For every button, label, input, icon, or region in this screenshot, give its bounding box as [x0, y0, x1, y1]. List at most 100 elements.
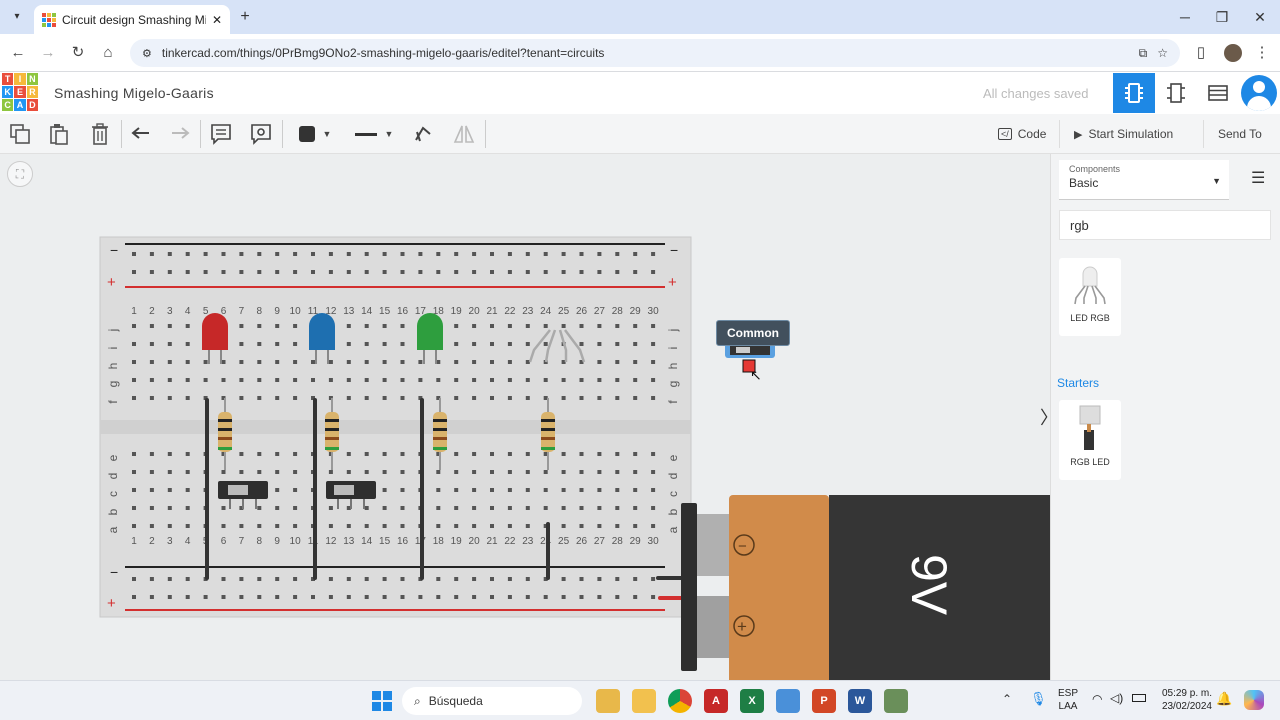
clock[interactable]: 05:29 p. m. 23/02/2024	[1152, 687, 1212, 713]
circuit-view-button[interactable]	[1113, 73, 1155, 113]
taskbar-search[interactable]: ⌕ Búsqueda	[402, 687, 582, 715]
breadboard-hole	[346, 342, 351, 346]
breadboard-hole	[490, 577, 494, 581]
new-tab-button[interactable]: +	[236, 8, 254, 26]
site-info-icon[interactable]: ⚙	[142, 47, 152, 60]
copy-button[interactable]	[6, 120, 34, 148]
side-panel-icon[interactable]: ▯	[1190, 42, 1212, 64]
tab-list-button[interactable]: ▾	[8, 8, 26, 26]
breadboard-hole	[203, 378, 208, 382]
rotate-button[interactable]	[409, 120, 437, 148]
component-card-led-rgb[interactable]: LED RGB	[1059, 258, 1121, 336]
maximize-button[interactable]: ❐	[1212, 7, 1232, 27]
paste-icon	[50, 124, 68, 145]
wifi-icon[interactable]: ◠	[1092, 692, 1102, 706]
breadboard-hole	[239, 324, 244, 328]
top-rail-minus-right: −	[670, 242, 678, 258]
home-button[interactable]: ⌂	[97, 42, 119, 64]
row-letter: b	[666, 508, 680, 515]
start-simulation-button[interactable]: ▶ Start Simulation	[1066, 120, 1181, 148]
project-title[interactable]: Smashing Migelo-Gaaris	[54, 85, 214, 101]
column-number: 29	[630, 306, 642, 317]
components-value: Basic	[1069, 176, 1099, 190]
copilot-icon[interactable]	[1244, 690, 1264, 710]
flip-button[interactable]	[450, 120, 478, 148]
breadboard-hole	[132, 324, 136, 328]
install-app-icon[interactable]: ⧉	[1139, 46, 1148, 61]
language-indicator[interactable]: ESP LAA	[1058, 687, 1078, 713]
minimize-button[interactable]: ─	[1175, 7, 1195, 27]
code-button[interactable]: </ Code	[990, 120, 1054, 148]
browser-tabstrip: ▾ Circuit design Smashing Migelo-Gaaris …	[0, 0, 1280, 34]
breadboard-hole	[490, 595, 494, 599]
tinkercad-logo[interactable]: TIN KER CAD	[2, 73, 38, 111]
column-number: 13	[343, 536, 355, 547]
microphone-icon[interactable]: 🎙	[1030, 691, 1047, 707]
breadboard-hole	[132, 524, 136, 528]
wire-type-button[interactable]: ▼	[350, 120, 398, 148]
breadboard-hole	[382, 378, 387, 382]
file-explorer-icon[interactable]	[596, 689, 620, 713]
show-hidden-icons[interactable]: ⌃	[1002, 692, 1012, 706]
battery-terminal	[697, 596, 729, 658]
component-list-button[interactable]	[1197, 73, 1239, 113]
bookmark-star-icon[interactable]: ☆	[1157, 46, 1168, 60]
column-number: 24	[540, 306, 552, 317]
color-picker-button[interactable]: ▼	[292, 120, 338, 148]
chevron-down-icon: ▼	[384, 129, 394, 139]
chrome-icon[interactable]	[668, 689, 692, 713]
reload-button[interactable]: ↻	[67, 42, 89, 64]
close-window-button[interactable]: ✕	[1250, 7, 1270, 27]
breadboard-hole	[346, 577, 351, 581]
delete-button[interactable]	[86, 120, 114, 148]
circuit-canvas[interactable]: ⛶ − + − + − + 1 2 3 4 5 6 7 8 9 10 11 12 13 14 15 16 17 1…	[0, 154, 1050, 680]
collapse-panel-button[interactable]: 〉	[1040, 404, 1050, 430]
breadboard-hole	[185, 270, 190, 274]
powerpoint-icon[interactable]: P	[812, 689, 836, 713]
breadboard-hole	[293, 342, 298, 346]
starter-card-rgb-led[interactable]: RGB LED	[1059, 400, 1121, 480]
breadboard-hole	[597, 270, 602, 274]
browser-tab[interactable]: Circuit design Smashing Migelo-Gaaris ✕	[34, 5, 230, 34]
undo-button[interactable]	[127, 120, 155, 148]
breadboard-hole	[507, 360, 512, 364]
word-icon[interactable]: W	[848, 689, 872, 713]
terminal-tooltip: Common	[716, 320, 790, 346]
column-number: 2	[149, 536, 155, 547]
paste-button[interactable]	[45, 120, 73, 148]
browser-menu-icon[interactable]: ⋮	[1251, 42, 1273, 64]
start-button[interactable]	[372, 691, 392, 711]
component-search-input[interactable]	[1059, 210, 1271, 240]
excel-icon[interactable]: X	[740, 689, 764, 713]
url-bar[interactable]: ⚙ tinkercad.com/things/0PrBmg9ONo2-smash…	[130, 39, 1180, 67]
battery-icon[interactable]	[1132, 694, 1146, 702]
schematic-view-button[interactable]	[1155, 73, 1197, 113]
acrobat-icon[interactable]: A	[704, 689, 728, 713]
components-dropdown[interactable]: Components Basic ▼	[1059, 160, 1229, 200]
profile-avatar[interactable]	[1224, 44, 1242, 62]
row-letter: h	[106, 363, 120, 370]
notepad-icon[interactable]	[776, 689, 800, 713]
folder-icon[interactable]	[632, 689, 656, 713]
speaker-icon[interactable]: ◁)	[1110, 691, 1123, 705]
notes-button[interactable]	[207, 120, 235, 148]
notification-icon[interactable]: 🔔	[1216, 691, 1232, 707]
breadboard-hole	[400, 577, 405, 581]
breadboard-hole	[167, 595, 172, 599]
breadboard-hole	[221, 577, 226, 581]
column-number: 14	[361, 306, 373, 317]
user-avatar[interactable]	[1241, 75, 1277, 111]
list-view-icon[interactable]: ☰	[1251, 168, 1265, 188]
column-number: 15	[379, 306, 391, 317]
forward-button[interactable]: →	[37, 42, 59, 64]
back-button[interactable]: ←	[7, 42, 29, 64]
app-header: TIN KER CAD Smashing Migelo-Gaaris All c…	[0, 72, 1280, 114]
notes-visibility-button[interactable]	[247, 120, 275, 148]
send-to-button[interactable]: Send To	[1210, 120, 1270, 148]
redo-button[interactable]	[166, 120, 194, 148]
breadboard-hole	[149, 470, 154, 474]
breadboard-hole	[454, 470, 459, 474]
app-icon[interactable]	[884, 689, 908, 713]
close-tab-icon[interactable]: ✕	[212, 13, 222, 27]
breadboard-hole	[132, 342, 136, 346]
